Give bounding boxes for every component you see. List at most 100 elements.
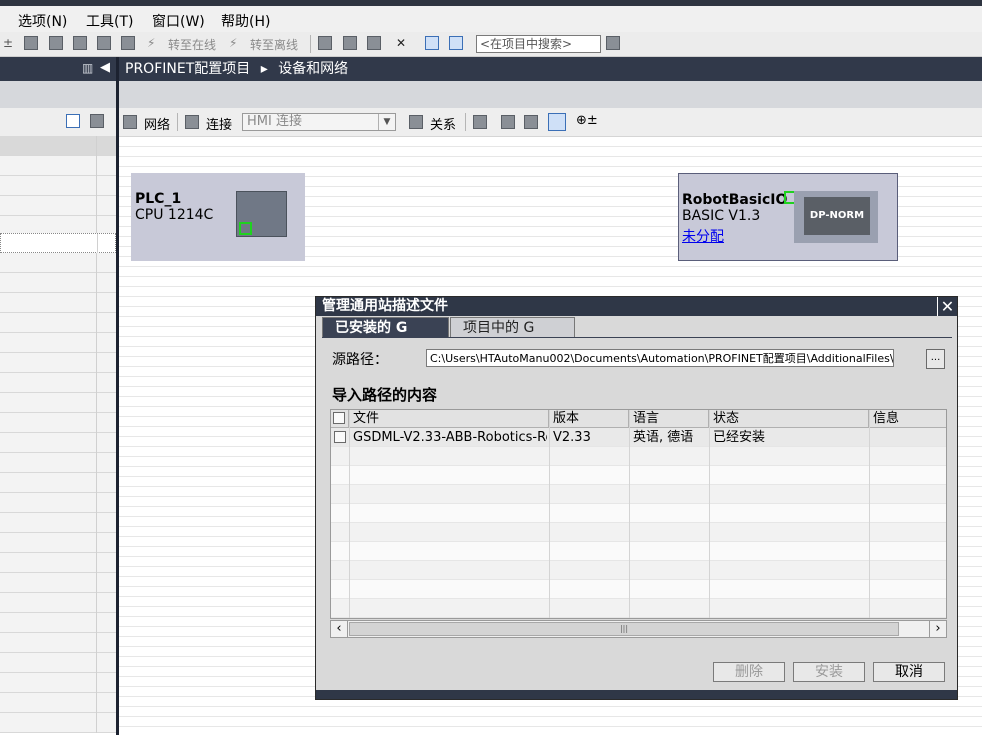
breadcrumb-project[interactable]: PROFINET配置项目 (125, 61, 250, 77)
menu-options[interactable]: 选项(N) (18, 11, 67, 31)
select-all-checkbox[interactable] (333, 412, 345, 424)
list-item[interactable] (0, 633, 116, 653)
version-cell: V2.33 (553, 430, 591, 445)
delete-button[interactable]: 删除 (713, 662, 785, 682)
scroll-left-icon[interactable]: ‹ (331, 621, 348, 637)
list-item[interactable] (0, 493, 116, 513)
go-offline-button[interactable]: 转至离线 (250, 36, 298, 53)
assignment-link[interactable]: 未分配 (682, 226, 724, 246)
list-item[interactable] (0, 176, 116, 196)
scroll-right-icon[interactable]: › (929, 621, 946, 637)
list-item[interactable] (0, 513, 116, 533)
column-header-file[interactable]: 文件 (349, 410, 549, 428)
horizontal-scrollbar[interactable]: ‹ ||| › (330, 620, 947, 638)
tab-installed-gsd[interactable]: 已安装的 G (322, 317, 449, 338)
list-item[interactable] (0, 573, 116, 593)
project-search-input[interactable]: <在项目中搜索> (476, 35, 601, 53)
install-button[interactable]: 安装 (793, 662, 865, 682)
list-item[interactable] (0, 293, 116, 313)
properties-view-icon[interactable] (548, 113, 566, 131)
plc-module-icon (236, 191, 287, 237)
zoom-icon[interactable]: ⊕± (576, 113, 598, 128)
list-item[interactable] (0, 533, 116, 553)
profinet-port-icon[interactable] (239, 222, 252, 235)
close-icon[interactable]: ✕ (937, 297, 957, 316)
scroll-thumb[interactable]: ||| (349, 622, 899, 636)
list-item[interactable] (0, 156, 116, 176)
network-icon[interactable] (123, 115, 137, 129)
browse-button[interactable]: ... (926, 349, 945, 369)
list-item[interactable] (0, 333, 116, 353)
overview-icon[interactable] (501, 115, 515, 129)
upload-icon[interactable] (73, 36, 87, 50)
list-item[interactable] (0, 353, 116, 373)
robot-device[interactable]: RobotBasicIO BASIC V1.3 未分配 DP-NORM (678, 173, 898, 261)
source-path-field[interactable]: C:\Users\HTAutoManu002\Documents\Automat… (426, 349, 894, 367)
cancel-button[interactable]: 取消 (873, 662, 945, 682)
show-names-icon[interactable] (473, 115, 487, 129)
go-offline-icon[interactable]: ⚡ (229, 36, 237, 50)
column-header-version[interactable]: 版本 (549, 410, 629, 428)
split-vertical-icon[interactable] (449, 36, 463, 50)
panel-layout-icon[interactable]: ▥ (82, 61, 93, 75)
menu-help[interactable]: 帮助(H) (221, 11, 270, 31)
list-item[interactable] (0, 196, 116, 216)
list-item[interactable] (0, 273, 116, 293)
accessible-devices-icon[interactable] (318, 36, 332, 50)
chevron-down-icon[interactable]: ▼ (378, 114, 395, 130)
split-horizontal-icon[interactable] (425, 36, 439, 50)
table-row[interactable]: GSDML-V2.33-ABB-Robotics-Robo V2.33 英语, … (331, 428, 946, 447)
simulation-icon[interactable] (97, 36, 111, 50)
list-item[interactable] (0, 373, 116, 393)
menu-window[interactable]: 窗口(W) (152, 11, 205, 31)
list-item[interactable] (0, 453, 116, 473)
list-item[interactable] (0, 473, 116, 493)
plc-type: CPU 1214C (135, 207, 214, 223)
list-item[interactable] (0, 413, 116, 433)
collapse-left-icon[interactable]: ◀ (100, 60, 110, 75)
list-item[interactable] (0, 673, 116, 693)
robot-version: BASIC V1.3 (682, 208, 761, 224)
gsd-file-table: 文件 版本 语言 状态 信息 GSDML-V2.33-ABB-Robotics-… (330, 409, 947, 619)
relations-icon[interactable] (409, 115, 423, 129)
column-header-language[interactable]: 语言 (629, 410, 709, 428)
plc-device[interactable]: PLC_1 CPU 1214C (131, 173, 305, 261)
go-online-button[interactable]: 转至在线 (168, 36, 216, 53)
detail-view-icon[interactable] (66, 114, 80, 128)
list-item[interactable] (0, 433, 116, 453)
list-item[interactable] (0, 393, 116, 413)
compile-icon[interactable] (24, 36, 38, 50)
list-item[interactable] (0, 253, 116, 273)
list-item[interactable] (0, 693, 116, 713)
list-item[interactable] (0, 713, 116, 733)
start-cpu-icon[interactable] (121, 36, 135, 50)
connections-button[interactable]: 连接 (206, 114, 232, 133)
start-icon[interactable] (343, 36, 357, 50)
list-item[interactable] (0, 613, 116, 633)
dialog-title-bar[interactable]: 管理通用站描述文件 (316, 297, 957, 316)
column-header-status[interactable]: 状态 (709, 410, 869, 428)
network-button[interactable]: 网络 (144, 114, 170, 133)
stop-icon[interactable] (367, 36, 381, 50)
cross-reference-icon[interactable]: ✕ (396, 36, 406, 50)
go-online-icon[interactable]: ⚡ (147, 36, 155, 50)
connections-icon[interactable] (185, 115, 199, 129)
table-view-icon[interactable] (524, 115, 538, 129)
download-icon[interactable] (49, 36, 63, 50)
list-item[interactable] (0, 553, 116, 573)
list-item[interactable] (0, 313, 116, 333)
list-item-selected[interactable] (0, 233, 116, 254)
tab-project-gsd[interactable]: 项目中的 G (450, 317, 575, 338)
list-item[interactable] (0, 653, 116, 673)
column-header-info[interactable]: 信息 (869, 410, 946, 428)
connection-type-select[interactable]: HMI 连接 ▼ (242, 113, 396, 131)
table-row (331, 561, 946, 580)
relations-button[interactable]: 关系 (430, 114, 456, 133)
export-icon[interactable] (90, 114, 104, 128)
list-item[interactable] (0, 136, 116, 156)
expand-icon[interactable]: ± (3, 36, 13, 50)
search-binoculars-icon[interactable] (606, 36, 620, 50)
menu-tools[interactable]: 工具(T) (86, 11, 133, 31)
list-item[interactable] (0, 593, 116, 613)
row-checkbox[interactable] (334, 431, 346, 443)
